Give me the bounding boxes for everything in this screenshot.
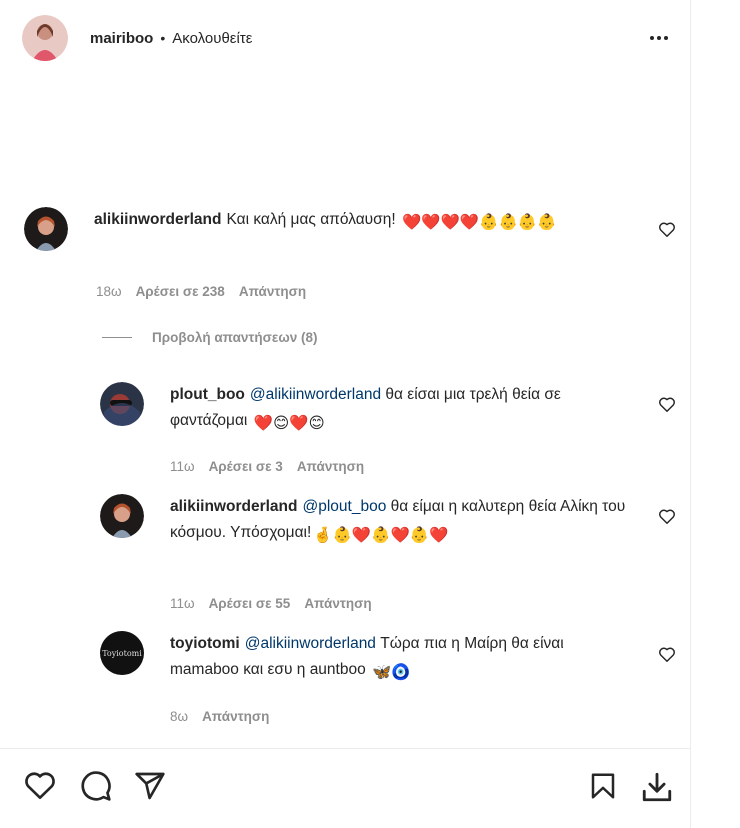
reply-mention-link[interactable]: @plout_boo	[302, 498, 386, 515]
comment-text: Και καλή μας απόλαυση!	[226, 211, 396, 228]
comment-emojis: ❤️❤️❤️❤️👶👶👶👶	[401, 214, 557, 231]
reply-username[interactable]: plout_boo	[170, 386, 245, 403]
replier-avatar[interactable]	[100, 382, 144, 426]
comment-likes-count[interactable]: Αρέσει σε 238	[136, 284, 225, 299]
heart-outline-icon[interactable]	[658, 508, 676, 524]
reply-timestamp[interactable]: 11ω	[170, 459, 195, 474]
heart-outline-icon[interactable]	[658, 646, 676, 662]
reply-meta: 11ω Αρέσει σε 3 Απάντηση	[170, 459, 364, 474]
author-username[interactable]: mairiboo	[90, 30, 153, 47]
replies-line	[102, 337, 132, 338]
reply-item: alikiinworderland @plout_boo θα είμαι η κ…	[100, 494, 640, 549]
comment-item: alikiinworderland Και καλή μας απόλαυση! …	[24, 207, 624, 251]
post-action-bar	[20, 764, 680, 808]
replier-avatar[interactable]	[100, 494, 144, 538]
post-header: mairiboo • Ακολουθείτε	[22, 14, 682, 62]
bookmark-icon[interactable]	[588, 770, 618, 802]
paper-plane-icon[interactable]	[134, 770, 166, 802]
comment-username[interactable]: alikiinworderland	[94, 211, 221, 228]
reply-button[interactable]: Απάντηση	[304, 596, 371, 611]
panel-divider	[690, 0, 691, 828]
reply-emojis: ❤️😊❤️😊	[253, 415, 325, 432]
reply-mention-link[interactable]: @alikiinworderland	[245, 635, 376, 652]
reply-meta: 8ω Απάντηση	[170, 709, 269, 724]
reply-emojis: 🤞👶❤️👶❤️👶❤️	[313, 527, 449, 544]
more-options-icon[interactable]	[644, 30, 674, 46]
view-replies-label: Προβολή απαντήσεων (8)	[152, 330, 318, 345]
replier-avatar[interactable]: Toyiotomi	[100, 631, 144, 675]
reply-timestamp[interactable]: 11ω	[170, 596, 195, 611]
heart-outline-icon[interactable]	[658, 396, 676, 412]
reply-button[interactable]: Απάντηση	[239, 284, 306, 299]
heart-outline-icon[interactable]	[658, 221, 676, 237]
header-separator: •	[160, 30, 166, 46]
reply-likes-count[interactable]: Αρέσει σε 3	[209, 459, 283, 474]
avatar-logo-text: Toyiotomi	[102, 648, 142, 658]
comment-meta: 18ω Αρέσει σε 238 Απάντηση	[96, 284, 306, 299]
reply-item: plout_boo @alikiinworderland θα είσαι μια…	[100, 382, 620, 437]
reply-meta: 11ω Αρέσει σε 55 Απάντηση	[170, 596, 372, 611]
reply-mention-link[interactable]: @alikiinworderland	[250, 386, 381, 403]
actions-divider	[0, 748, 690, 749]
reply-likes-count[interactable]: Αρέσει σε 55	[209, 596, 291, 611]
reply-timestamp[interactable]: 8ω	[170, 709, 188, 724]
reply-username[interactable]: alikiinworderland	[170, 498, 297, 515]
comment-timestamp[interactable]: 18ω	[96, 284, 122, 299]
download-icon[interactable]	[640, 770, 674, 804]
follow-status-button[interactable]: Ακολουθείτε	[172, 30, 252, 47]
reply-button[interactable]: Απάντηση	[297, 459, 364, 474]
reply-item: Toyiotomi toyiotomi @alikiinworderland Τώ…	[100, 631, 640, 686]
reply-button[interactable]: Απάντηση	[202, 709, 269, 724]
comment-icon[interactable]	[80, 770, 112, 802]
commenter-avatar[interactable]	[24, 207, 68, 251]
view-replies-button[interactable]: Προβολή απαντήσεων (8)	[102, 330, 317, 345]
author-avatar[interactable]	[22, 15, 68, 61]
heart-icon[interactable]	[24, 770, 56, 800]
reply-username[interactable]: toyiotomi	[170, 635, 240, 652]
instagram-post-panel: mairiboo • Ακολουθείτε alikiinworderland…	[0, 0, 740, 828]
reply-emojis: 🦋🧿	[372, 664, 411, 681]
